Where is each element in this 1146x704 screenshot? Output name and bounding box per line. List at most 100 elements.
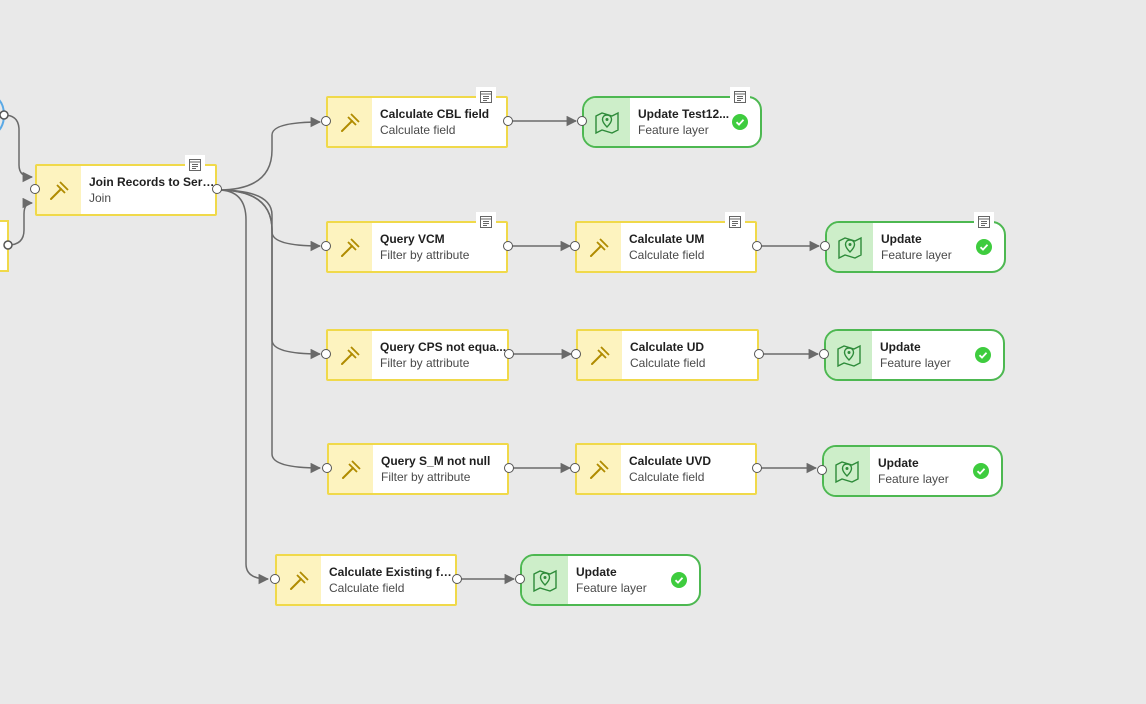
hammer-icon: [329, 445, 373, 493]
hammer-icon: [328, 331, 372, 379]
node-title: Query S_M not null: [381, 453, 491, 468]
node-title: Calculate UM: [629, 231, 705, 246]
hammer-icon: [37, 166, 81, 214]
node-subtitle: Calculate field: [329, 580, 405, 595]
output-port[interactable]: [503, 116, 513, 126]
node-title: Query VCM: [380, 231, 445, 246]
input-port[interactable]: [577, 116, 587, 126]
success-check-icon: [975, 347, 991, 363]
node-subtitle: Feature layer: [881, 247, 952, 262]
node-calculate-cbl[interactable]: Calculate CBL field Calculate field: [321, 87, 513, 148]
node-subtitle: Calculate field: [380, 122, 456, 137]
edge-join-to-calc-cbl: [217, 116, 322, 191]
node-subtitle: Filter by attribute: [380, 247, 470, 262]
output-port[interactable]: [212, 184, 222, 194]
note-icon[interactable]: [725, 212, 745, 232]
note-icon[interactable]: [730, 87, 750, 107]
hammer-icon: [328, 223, 372, 271]
output-port[interactable]: [754, 349, 764, 359]
input-port[interactable]: [270, 574, 280, 584]
note-icon[interactable]: [476, 87, 496, 107]
node-calculate-existing[interactable]: Calculate Existing fie... Calculate fiel…: [270, 554, 462, 606]
node-title: Update: [878, 455, 919, 470]
node-subtitle: Feature layer: [880, 355, 951, 370]
input-port[interactable]: [321, 116, 331, 126]
output-port[interactable]: [752, 241, 762, 251]
node-subtitle: Feature layer: [638, 122, 709, 137]
map-pin-icon: [824, 447, 870, 495]
input-port[interactable]: [321, 349, 331, 359]
edge-join-to-query-vcm: [217, 189, 322, 252]
map-pin-icon: [827, 223, 873, 271]
edge-join-to-calc-existing: [217, 189, 270, 585]
hammer-icon: [577, 445, 621, 493]
input-port[interactable]: [30, 184, 40, 194]
output-port[interactable]: [452, 574, 462, 584]
node-subtitle: Calculate field: [630, 355, 706, 370]
node-update-ud[interactable]: Update Feature layer: [819, 329, 1005, 381]
node-query-cps[interactable]: Query CPS not equa... Filter by attribut…: [321, 329, 514, 381]
node-subtitle: Calculate field: [629, 469, 705, 484]
node-calculate-uvd[interactable]: Calculate UVD Calculate field: [570, 443, 762, 495]
node-subtitle: Filter by attribute: [381, 469, 471, 484]
node-update-existing[interactable]: Update Feature layer: [515, 554, 701, 606]
node-title: Calculate Existing fie...: [329, 564, 455, 579]
node-title: Update: [576, 564, 617, 579]
offscreen-node-fragment-a: [0, 99, 6, 131]
node-update-um[interactable]: Update Feature layer: [820, 212, 1006, 273]
node-title: Update Test12...: [638, 106, 730, 121]
node-title: Update: [880, 339, 921, 354]
node-query-sm[interactable]: Query S_M not null Filter by attribute: [322, 443, 514, 495]
input-port[interactable]: [819, 349, 829, 359]
edge-join-to-query-cps: [217, 189, 322, 360]
hammer-icon: [577, 223, 621, 271]
node-query-vcm[interactable]: Query VCM Filter by attribute: [321, 212, 513, 273]
note-icon[interactable]: [974, 212, 994, 232]
offscreen-port-b: [3, 240, 13, 250]
node-update-test[interactable]: Update Test12... Feature layer: [577, 87, 762, 148]
node-join-records[interactable]: Join Records to Servi... Join: [30, 155, 222, 216]
offscreen-node-fragment-b: [0, 220, 9, 272]
node-title: Join Records to Servi...: [89, 174, 215, 189]
input-port[interactable]: [817, 465, 827, 475]
node-subtitle: Feature layer: [878, 471, 949, 486]
input-port[interactable]: [570, 463, 580, 473]
edge-upstream-a-to-join: [3, 114, 34, 183]
output-port[interactable]: [504, 463, 514, 473]
success-check-icon: [973, 463, 989, 479]
node-calculate-ud[interactable]: Calculate UD Calculate field: [571, 329, 764, 381]
hammer-icon: [277, 556, 321, 604]
input-port[interactable]: [571, 349, 581, 359]
input-port[interactable]: [515, 574, 525, 584]
node-calculate-um[interactable]: Calculate UM Calculate field: [570, 212, 762, 273]
success-check-icon: [732, 114, 748, 130]
offscreen-port-a: [0, 110, 9, 120]
node-title: Update: [881, 231, 922, 246]
output-port[interactable]: [504, 349, 514, 359]
map-pin-icon: [826, 331, 872, 379]
map-pin-icon: [584, 98, 630, 146]
hammer-icon: [578, 331, 622, 379]
note-icon[interactable]: [185, 155, 205, 175]
node-subtitle: Filter by attribute: [380, 355, 470, 370]
input-port[interactable]: [570, 241, 580, 251]
node-title: Calculate UD: [630, 339, 705, 354]
node-subtitle: Calculate field: [629, 247, 705, 262]
node-subtitle: Join: [89, 190, 112, 205]
input-port[interactable]: [322, 463, 332, 473]
node-update-uvd[interactable]: Update Feature layer: [817, 445, 1003, 497]
hammer-icon: [328, 98, 372, 146]
node-subtitle: Feature layer: [576, 580, 647, 595]
input-port[interactable]: [820, 241, 830, 251]
edge-upstream-b-to-join: [7, 197, 34, 246]
map-pin-icon: [522, 556, 568, 604]
output-port[interactable]: [503, 241, 513, 251]
edge-join-to-query-sm: [217, 189, 322, 474]
input-port[interactable]: [321, 241, 331, 251]
node-title: Query CPS not equa...: [380, 339, 507, 354]
output-port[interactable]: [752, 463, 762, 473]
success-check-icon: [671, 572, 687, 588]
note-icon[interactable]: [476, 212, 496, 232]
success-check-icon: [976, 239, 992, 255]
node-title: Calculate UVD: [629, 453, 712, 468]
